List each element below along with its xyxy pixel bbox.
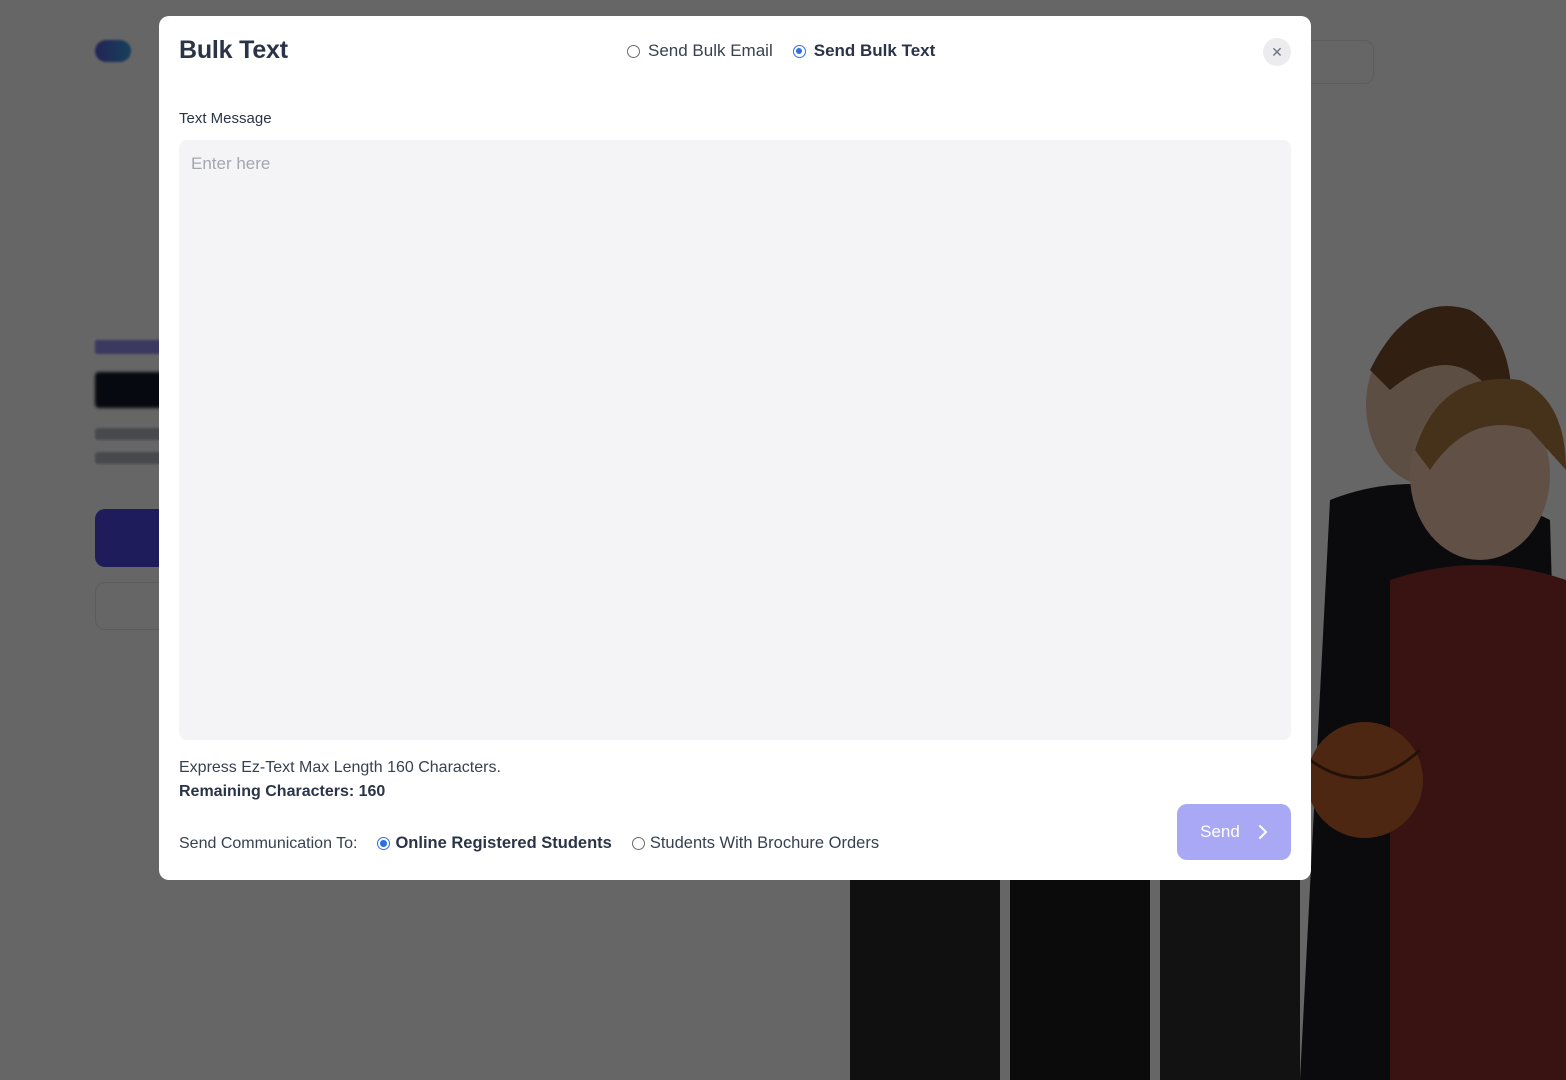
modal-title: Bulk Text xyxy=(179,36,288,64)
radio-send-bulk-email[interactable]: Send Bulk Email xyxy=(627,41,773,61)
send-to-label: Send Communication To: xyxy=(179,834,358,852)
radio-students-with-brochure-orders[interactable]: Students With Brochure Orders xyxy=(631,834,880,853)
radio-circle-selected[interactable] xyxy=(792,44,806,58)
text-message-input[interactable] xyxy=(179,140,1291,740)
chevron-right-icon xyxy=(1258,825,1267,839)
close-button[interactable]: ✕ xyxy=(1263,38,1291,66)
radio-send-bulk-text[interactable]: Send Bulk Text xyxy=(792,41,936,61)
remaining-characters: Remaining Characters: 160 xyxy=(179,783,386,800)
send-button[interactable]: Send xyxy=(1177,804,1291,860)
send-button-label: Send xyxy=(1200,822,1240,841)
radio-label: Send Bulk Email xyxy=(648,41,773,60)
radio-label: Students With Brochure Orders xyxy=(649,834,880,852)
radio-online-registered-students[interactable]: Online Registered Students xyxy=(377,834,612,853)
close-icon: ✕ xyxy=(1271,43,1283,60)
radio-circle[interactable] xyxy=(631,837,645,850)
max-length-hint: Express Ez-Text Max Length 160 Character… xyxy=(179,759,501,776)
text-message-label: Text Message xyxy=(179,110,272,127)
bulk-text-modal: Bulk Text Send Bulk Email Send Bulk Text… xyxy=(159,16,1311,880)
radio-label: Send Bulk Text xyxy=(813,41,936,60)
radio-circle-selected[interactable] xyxy=(377,837,391,850)
communication-type-radio-group: Send Bulk Email Send Bulk Text xyxy=(627,41,935,61)
radio-circle[interactable] xyxy=(627,44,640,58)
radio-label: Online Registered Students xyxy=(395,834,612,852)
recipient-radio-group: Send Communication To: Online Registered… xyxy=(179,834,879,853)
